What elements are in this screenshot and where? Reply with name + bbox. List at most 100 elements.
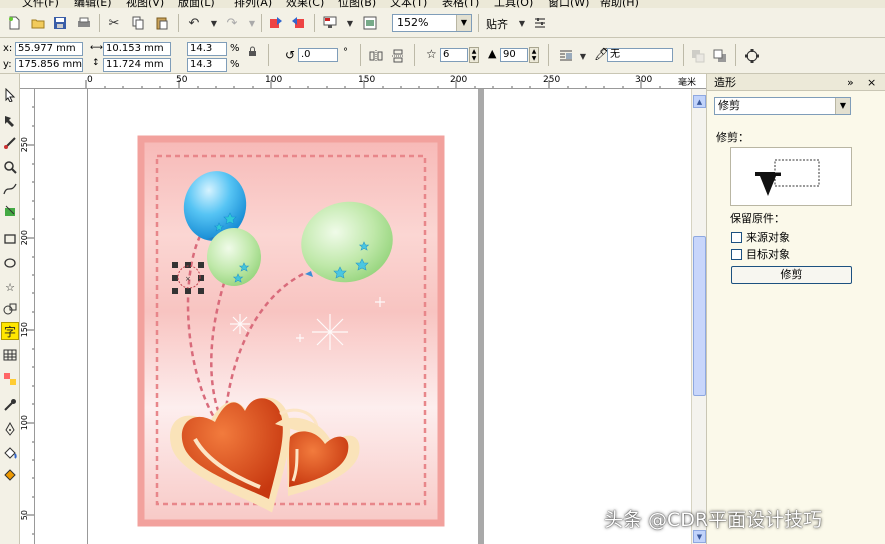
property-bar: x: 55.977 mm y: 175.856 mm ⟷ 10.153 mm ↕… — [0, 38, 885, 74]
outline-width-select[interactable]: 无 — [607, 48, 673, 62]
shape-tool-icon[interactable] — [1, 112, 19, 130]
toolbar-separator — [99, 14, 100, 32]
trim-button[interactable]: 修剪 — [731, 266, 852, 284]
star-points-spinner[interactable]: ▲ ▼ — [469, 47, 479, 63]
cut-icon[interactable]: ✂ — [106, 15, 122, 31]
export-icon[interactable] — [290, 15, 306, 31]
wrap-dropdown-icon[interactable]: ▼ — [575, 48, 591, 64]
blend-tool-icon[interactable] — [1, 370, 19, 388]
chevron-down-icon: ▼ — [835, 98, 850, 114]
scroll-up-icon[interactable]: ▲ — [693, 95, 706, 108]
zoom-level-value: 152% — [397, 16, 429, 29]
undo-dropdown-icon[interactable]: ▼ — [206, 15, 222, 31]
toolbar-separator — [683, 44, 684, 66]
to-front-icon[interactable] — [690, 48, 706, 64]
zoom-level-select[interactable]: 152% ▼ — [392, 14, 472, 32]
freehand-tool-icon[interactable] — [1, 180, 19, 198]
redo-dropdown-icon[interactable]: ▼ — [244, 15, 260, 31]
snap-to-menu[interactable]: 贴齐 — [486, 16, 508, 32]
ruler-unit-label: 毫米 — [678, 78, 697, 88]
target-object-option[interactable]: 目标对象 — [731, 246, 790, 262]
source-object-checkbox[interactable] — [731, 231, 742, 243]
close-icon[interactable]: × — [867, 74, 876, 91]
toolbar-separator — [178, 14, 179, 32]
width-icon: ⟷ — [90, 43, 103, 53]
star-sharpness-spinner[interactable]: ▲ ▼ — [529, 47, 539, 63]
vertical-scrollbar[interactable]: ▲ ▼ — [691, 89, 706, 544]
star-sharpness-field[interactable]: 90 — [500, 48, 528, 62]
copy-icon[interactable] — [130, 15, 146, 31]
small-green-balloon[interactable] — [207, 228, 261, 286]
trim-section-label: 修剪： — [716, 131, 749, 144]
open-folder-icon[interactable] — [30, 15, 46, 31]
toolbar-separator — [548, 44, 549, 66]
wrap-text-icon[interactable] — [558, 48, 574, 64]
ruler-tick-label: 150 — [358, 75, 376, 85]
undo-icon[interactable]: ↶ — [186, 15, 202, 31]
print-icon[interactable] — [76, 15, 92, 31]
options-icon[interactable] — [532, 15, 548, 31]
source-object-option[interactable]: 来源对象 — [731, 229, 790, 245]
zoom-tool-icon[interactable] — [1, 158, 19, 176]
basic-shapes-tool-icon[interactable] — [1, 300, 19, 318]
outline-width-value: 无 — [610, 49, 620, 60]
eyedropper-tool-icon[interactable] — [1, 396, 19, 414]
ellipse-tool-icon[interactable] — [1, 254, 19, 272]
save-icon[interactable] — [52, 15, 68, 31]
snap-dropdown-icon[interactable]: ▼ — [514, 15, 530, 31]
ruler-tick-label: 300 — [635, 75, 653, 85]
width-field[interactable]: 10.153 mm — [103, 42, 171, 56]
card-artwork[interactable]: × — [35, 89, 691, 544]
rotation-angle-field[interactable]: .0 — [298, 48, 338, 62]
horizontal-ruler[interactable]: 0 50 100 150 200 250 300 毫米 — [28, 74, 706, 89]
height-field[interactable]: 11.724 mm — [103, 58, 171, 72]
pick-tool-icon[interactable] — [1, 86, 19, 104]
toolbar-separator — [268, 44, 269, 66]
menu-bar: 文件(F) 编辑(E) 视图(V) 版面(L) 排列(A) 效果(C) 位图(B… — [0, 0, 885, 9]
paste-icon[interactable] — [154, 15, 170, 31]
fill-tool-icon[interactable] — [1, 444, 19, 462]
collapse-icon[interactable]: » — [847, 74, 854, 91]
convert-to-curves-icon[interactable] — [744, 48, 760, 64]
redo-icon[interactable]: ↷ — [224, 15, 240, 31]
import-icon[interactable] — [268, 15, 284, 31]
ruler-tick-label: 200 — [20, 230, 29, 246]
crop-tool-icon[interactable] — [1, 134, 19, 152]
table-tool-icon[interactable] — [1, 346, 19, 364]
drawing-canvas[interactable]: × — [35, 89, 691, 544]
polygon-star-tool-icon[interactable]: ☆ — [1, 278, 19, 296]
ruler-tick-label: 100 — [20, 415, 29, 431]
lock-ratio-icon[interactable] — [248, 46, 257, 60]
rectangle-tool-icon[interactable] — [1, 230, 19, 248]
x-position-field[interactable]: 55.977 mm — [15, 42, 83, 56]
star-points-field[interactable]: 6 — [440, 48, 468, 62]
shaping-mode-select[interactable]: 修剪 ▼ — [714, 97, 851, 115]
selection-handles[interactable]: × — [172, 262, 204, 294]
trim-preview — [730, 147, 852, 206]
outline-pen-tool-icon[interactable] — [1, 420, 19, 438]
text-tool-icon[interactable]: 字 — [1, 322, 19, 340]
ruler-tick-label: 50 — [20, 510, 29, 521]
ruler-tick-label: 0 — [87, 75, 93, 85]
target-object-checkbox[interactable] — [731, 248, 742, 260]
y-position-field[interactable]: 175.856 mm — [15, 58, 83, 72]
y-label: y: — [3, 59, 12, 70]
scale-height-field[interactable]: 14.3 — [187, 58, 227, 72]
scroll-thumb[interactable] — [693, 236, 706, 396]
smart-fill-tool-icon[interactable] — [1, 202, 19, 220]
mirror-vertical-icon[interactable] — [390, 48, 406, 64]
toolbar-separator — [314, 14, 315, 32]
vertical-ruler[interactable]: 250 200 150 100 50 — [20, 89, 35, 544]
welcome-screen-icon[interactable] — [362, 15, 378, 31]
to-back-icon[interactable] — [712, 48, 728, 64]
new-document-icon[interactable] — [6, 15, 22, 31]
degree-symbol: ° — [343, 47, 348, 58]
star-icon: ☆ — [426, 47, 437, 61]
interactive-fill-tool-icon[interactable] — [1, 466, 19, 484]
application-launcher-icon[interactable] — [322, 15, 338, 31]
mirror-horizontal-icon[interactable] — [368, 48, 384, 64]
scale-width-field[interactable]: 14.3 — [187, 42, 227, 56]
standard-toolbar: ✂ ↶ ▼ ↷ ▼ ▼ 152% ▼ 贴齐 ▼ — [0, 8, 885, 38]
launcher-dropdown-icon[interactable]: ▼ — [342, 15, 358, 31]
watermark: 头条 @CDR平面设计技巧 — [604, 509, 823, 531]
